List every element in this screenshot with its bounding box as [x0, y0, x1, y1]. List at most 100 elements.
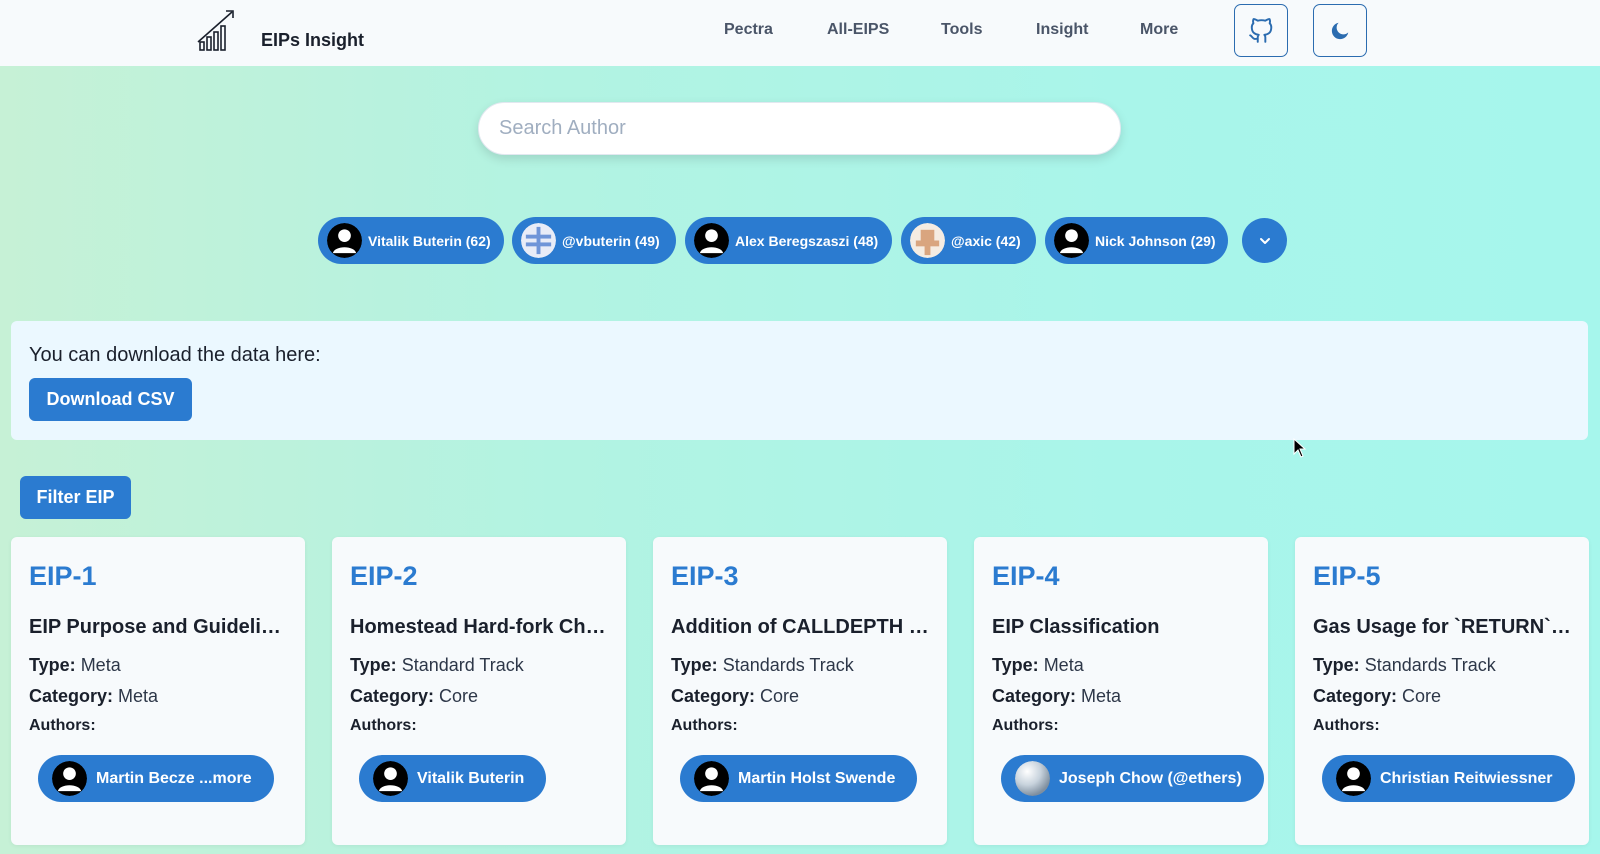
eip-id-link[interactable]: EIP-4 — [992, 561, 1060, 592]
user-avatar-icon — [694, 223, 729, 258]
authors-label: Authors: — [1313, 717, 1380, 734]
author-chip-vitalik-buterin[interactable]: Vitalik Buterin (62) — [318, 217, 504, 264]
chart-logo-icon[interactable] — [196, 8, 238, 52]
eip-author-name: Martin Becze ...more — [96, 769, 252, 787]
nav-tools[interactable]: Tools — [941, 21, 982, 39]
eip-category: Meta — [118, 686, 159, 706]
type-label: Type: — [992, 655, 1039, 675]
identicon-avatar-icon — [910, 223, 945, 258]
eip-card: EIP-3 Addition of CALLDEPTH opcode Type:… — [653, 537, 947, 845]
eip-category: Core — [760, 686, 800, 706]
user-avatar-icon — [327, 223, 362, 258]
authors-label: Authors: — [350, 717, 417, 734]
eip-id-link[interactable]: EIP-3 — [671, 561, 739, 592]
eip-type-row: Type: Standard Track — [350, 655, 524, 676]
eip-title: Gas Usage for `RETURN` and `CALL*` — [1313, 616, 1575, 638]
sphere-avatar-icon — [1015, 761, 1050, 796]
category-label: Category: — [1313, 686, 1398, 706]
nav-insight[interactable]: Insight — [1036, 21, 1088, 39]
github-icon — [1249, 17, 1273, 43]
type-label: Type: — [671, 655, 718, 675]
author-chip-vbuterin[interactable]: @vbuterin (49) — [512, 217, 676, 264]
eip-type-row: Type: Standards Track — [671, 655, 854, 676]
eip-card: EIP-2 Homestead Hard-fork Changes Type: … — [332, 537, 626, 845]
eip-category: Core — [439, 686, 479, 706]
type-label: Type: — [29, 655, 76, 675]
eip-category: Core — [1402, 686, 1442, 706]
category-label: Category: — [992, 686, 1077, 706]
chevron-down-icon — [1259, 237, 1270, 244]
eip-author-name: Martin Holst Swende — [738, 769, 896, 787]
search-author-input[interactable] — [478, 102, 1121, 155]
eip-card: EIP-4 EIP Classification Type: Meta Cate… — [974, 537, 1268, 845]
download-panel: You can download the data here: Download… — [11, 321, 1588, 440]
user-avatar-icon — [1054, 223, 1089, 258]
eip-title: EIP Classification — [992, 616, 1160, 638]
show-more-authors-button[interactable] — [1242, 218, 1287, 263]
author-chip-nick-johnson[interactable]: Nick Johnson (29) — [1045, 217, 1228, 264]
eip-card: EIP-5 Gas Usage for `RETURN` and `CALL*`… — [1295, 537, 1589, 845]
author-chip-label: Alex Beregszaszi (48) — [735, 232, 879, 249]
eip-id-link[interactable]: EIP-2 — [350, 561, 418, 592]
authors-label: Authors: — [671, 717, 738, 734]
theme-toggle-button[interactable] — [1313, 4, 1367, 57]
eip-type: Standard Track — [401, 655, 524, 675]
author-chip-axic[interactable]: @axic (42) — [901, 217, 1036, 264]
eip-category-row: Category: Meta — [29, 686, 158, 707]
user-avatar-icon — [52, 761, 87, 796]
eip-author-name: Joseph Chow (@ethers) — [1059, 769, 1242, 787]
authors-label: Authors: — [29, 717, 96, 734]
eip-type: Meta — [1043, 655, 1084, 675]
eip-author-chip[interactable]: Joseph Chow (@ethers) — [1001, 755, 1264, 802]
eip-category-row: Category: Core — [350, 686, 478, 707]
eip-type-row: Type: Meta — [992, 655, 1084, 676]
github-button[interactable] — [1234, 4, 1288, 57]
mouse-cursor-icon — [1293, 438, 1307, 458]
nav-all-eips[interactable]: All-EIPS — [827, 21, 889, 39]
eip-author-name: Vitalik Buterin — [417, 769, 525, 787]
author-chip-label: Nick Johnson (29) — [1095, 232, 1216, 249]
eip-type: Standards Track — [722, 655, 854, 675]
filter-eip-button[interactable]: Filter EIP — [20, 476, 131, 519]
type-label: Type: — [350, 655, 397, 675]
eip-author-name: Christian Reitwiessner — [1380, 769, 1553, 787]
eip-author-chip[interactable]: Christian Reitwiessner — [1322, 755, 1575, 802]
eip-title: Addition of CALLDEPTH opcode — [671, 616, 933, 638]
download-text: You can download the data here: — [29, 344, 321, 366]
eip-author-chip[interactable]: Vitalik Buterin — [359, 755, 547, 802]
eip-category: Meta — [1081, 686, 1122, 706]
eip-type: Standards Track — [1364, 655, 1496, 675]
eip-title: EIP Purpose and Guidelines — [29, 616, 291, 638]
nav-pectra[interactable]: Pectra — [724, 21, 773, 39]
eip-id-link[interactable]: EIP-5 — [1313, 561, 1381, 592]
identicon-avatar-icon — [521, 223, 556, 258]
top-navbar: EIPs Insight Pectra All-EIPS Tools Insig… — [0, 0, 1600, 66]
brand-title[interactable]: EIPs Insight — [261, 30, 364, 51]
eip-type-row: Type: Standards Track — [1313, 655, 1496, 676]
eip-id-link[interactable]: EIP-1 — [29, 561, 97, 592]
eip-category-row: Category: Core — [1313, 686, 1441, 707]
nav-more[interactable]: More — [1140, 21, 1178, 39]
eip-title: Homestead Hard-fork Changes — [350, 616, 612, 638]
eip-category-row: Category: Core — [671, 686, 799, 707]
author-chip-label: Vitalik Buterin (62) — [368, 232, 491, 249]
eip-author-chip[interactable]: Martin Becze ...more — [38, 755, 274, 802]
type-label: Type: — [1313, 655, 1360, 675]
author-chip-alex-beregszaszi[interactable]: Alex Beregszaszi (48) — [685, 217, 892, 264]
author-chip-label: @vbuterin (49) — [562, 232, 660, 249]
category-label: Category: — [29, 686, 114, 706]
moon-icon — [1331, 22, 1349, 39]
user-avatar-icon — [694, 761, 729, 796]
download-csv-button[interactable]: Download CSV — [29, 378, 192, 421]
eip-card: EIP-1 EIP Purpose and Guidelines Type: M… — [11, 537, 305, 845]
eip-category-row: Category: Meta — [992, 686, 1121, 707]
user-avatar-icon — [1336, 761, 1371, 796]
category-label: Category: — [671, 686, 756, 706]
eip-author-chip[interactable]: Martin Holst Swende — [680, 755, 918, 802]
author-chip-label: @axic (42) — [951, 232, 1021, 249]
eip-type-row: Type: Meta — [29, 655, 121, 676]
authors-label: Authors: — [992, 717, 1059, 734]
category-label: Category: — [350, 686, 435, 706]
eip-type: Meta — [80, 655, 121, 675]
user-avatar-icon — [373, 761, 408, 796]
